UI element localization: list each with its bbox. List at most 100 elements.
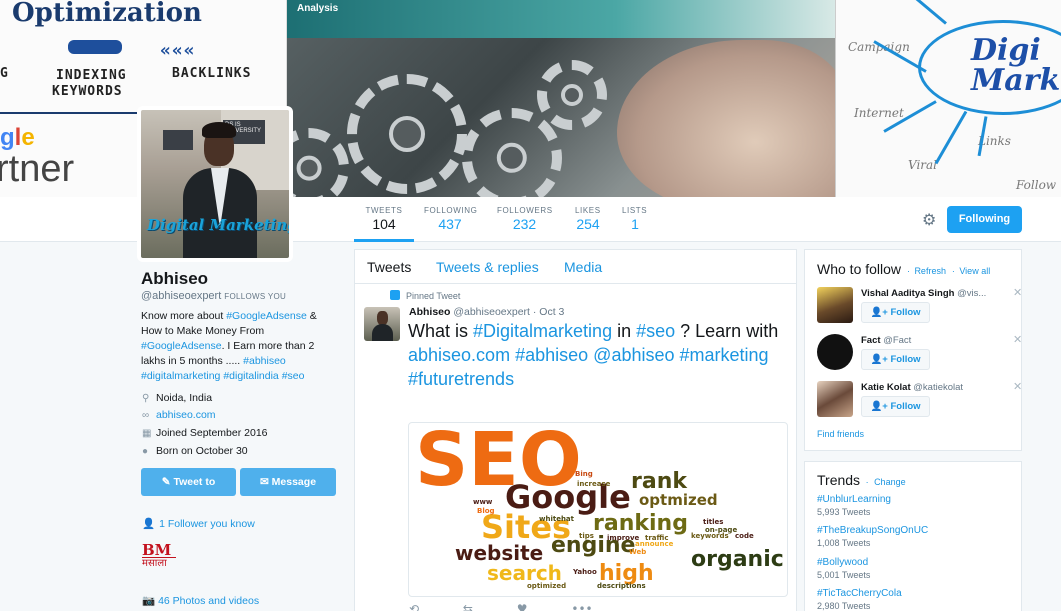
close-icon[interactable]: ✕ xyxy=(1013,286,1022,299)
reply-icon[interactable]: ⟲ xyxy=(409,602,419,611)
banner-strip xyxy=(287,0,835,38)
profile-joined: ▦ Joined September 2016 xyxy=(142,426,342,441)
trend-count: 1,008 Tweets xyxy=(817,538,871,548)
follower-avatar[interactable]: BM मसाला xyxy=(142,543,176,571)
trend-item[interactable]: #TicTacCherryCola 2,980 Tweets xyxy=(817,588,902,611)
trend-name[interactable]: #TicTacCherryCola xyxy=(817,588,902,599)
stat-lists[interactable]: Lists 1 xyxy=(622,197,648,242)
word-cloud-word: Blog xyxy=(477,507,495,515)
trend-item[interactable]: #TheBreakupSongOnUC 1,008 Tweets xyxy=(817,525,928,548)
suggestion-name[interactable]: Fact @Fact xyxy=(861,335,1009,346)
close-icon[interactable]: ✕ xyxy=(1013,380,1022,393)
stat-likes[interactable]: Likes 254 xyxy=(575,197,601,242)
hashtag-link[interactable]: #abhiseo xyxy=(243,355,286,367)
trend-item[interactable]: #UnblurLearning 5,993 Tweets xyxy=(817,494,891,517)
word-cloud-word: descriptions xyxy=(597,582,646,590)
profile-website[interactable]: ∞ abhiseo.com xyxy=(142,408,342,423)
banner-digital-panel: DigiMarke Campaign Internet Links Viral … xyxy=(835,0,1061,197)
tweet-image-word-cloud[interactable]: SEO Google rank optmized Sites ranking website… xyxy=(408,422,788,597)
suggestion-item: Vishal Aaditya Singh @vis... ✕ 👤+ Follow xyxy=(817,286,1022,327)
gear-icon[interactable]: ⚙ xyxy=(922,210,940,229)
following-button[interactable]: Following xyxy=(947,206,1022,233)
avatar[interactable] xyxy=(817,287,853,323)
stat-value: 104 xyxy=(372,216,396,232)
word-cloud-word: search xyxy=(487,561,562,585)
tab-media[interactable]: Media xyxy=(564,259,602,275)
arrow-icon xyxy=(914,0,947,25)
tweet-date[interactable]: · Oct 3 xyxy=(533,306,565,318)
avatar-sign xyxy=(163,130,193,150)
follow-label: Follow xyxy=(890,354,921,365)
key-icon xyxy=(68,40,122,54)
joined-text: Joined September 2016 xyxy=(156,427,268,439)
hashtag-link[interactable]: #abhiseo xyxy=(515,345,588,365)
add-user-icon: 👤+ xyxy=(870,307,891,318)
hashtag-link[interactable]: #digitalmarketing xyxy=(141,370,220,382)
trend-item[interactable]: #Bollywood 5,001 Tweets xyxy=(817,557,870,580)
trend-name[interactable]: #TheBreakupSongOnUC xyxy=(817,525,928,536)
hashtag-link[interactable]: #seo xyxy=(282,370,305,382)
tweet-icon: ✎ xyxy=(161,476,174,488)
hashtag-link[interactable]: abhiseo.com xyxy=(408,345,510,365)
message-button[interactable]: ✉ Message xyxy=(240,468,336,496)
trend-count: 5,993 Tweets xyxy=(817,507,871,517)
suggestion-name[interactable]: Vishal Aaditya Singh @vis... xyxy=(861,288,1009,299)
hashtag-link[interactable]: #marketing xyxy=(680,345,769,365)
banner-keyword: INDEXING xyxy=(56,68,127,83)
close-icon[interactable]: ✕ xyxy=(1013,333,1022,346)
followers-you-know[interactable]: 👤 1 Follower you know xyxy=(142,517,255,530)
hashtag-link[interactable]: @abhiseo xyxy=(593,345,674,365)
tab-tweets-replies[interactable]: Tweets & replies xyxy=(436,259,539,275)
refresh-link[interactable]: Refresh xyxy=(914,266,946,276)
stat-followers[interactable]: Followers 232 xyxy=(497,197,552,242)
like-icon[interactable]: ♥ xyxy=(517,602,528,611)
add-user-icon: 👤+ xyxy=(870,354,891,365)
text-segment: ? Learn with xyxy=(675,321,779,341)
tweet-author-name[interactable]: Abhiseo xyxy=(409,306,450,318)
retweet-icon[interactable]: ⇆ xyxy=(463,602,473,611)
suggestion-name[interactable]: Katie Kolat @katiekolat xyxy=(861,382,1009,393)
follow-button[interactable]: 👤+ Follow xyxy=(861,396,930,417)
hashtag-link[interactable]: #GoogleAdsense xyxy=(141,340,222,352)
follow-button[interactable]: 👤+ Follow xyxy=(861,302,930,323)
website-link[interactable]: abhiseo.com xyxy=(156,409,216,421)
hashtag-link[interactable]: #seo xyxy=(636,321,675,341)
stat-label: Likes xyxy=(575,206,601,215)
word-cloud-word: titles xyxy=(703,518,724,526)
gear-icon xyxy=(537,60,607,130)
tab-tweets[interactable]: Tweets xyxy=(367,259,411,275)
tweet-header: Abhiseo @abhiseoexpert · Oct 3 xyxy=(409,306,564,318)
hashtag-link[interactable]: #Digitalmarketing xyxy=(473,321,612,341)
hand-image xyxy=(617,40,847,197)
suggestion-item: Fact @Fact ✕ 👤+ Follow xyxy=(817,333,1022,374)
hashtag-link[interactable]: #GoogleAdsense xyxy=(226,310,307,322)
hashtag-link[interactable]: #digitalindia xyxy=(223,370,278,382)
stat-following[interactable]: Following 437 xyxy=(424,197,477,242)
tweet-to-button[interactable]: ✎ Tweet to xyxy=(141,468,236,496)
avatar[interactable] xyxy=(817,334,853,370)
follow-button[interactable]: 👤+ Follow xyxy=(861,349,930,370)
trend-name[interactable]: #Bollywood xyxy=(817,557,870,568)
who-to-follow: Who to follow · Refresh · View all Visha… xyxy=(804,249,1022,451)
avatar[interactable] xyxy=(817,381,853,417)
tweet-avatar[interactable] xyxy=(364,307,400,341)
who-to-follow-header: Who to follow · Refresh · View all xyxy=(817,261,991,277)
word-cloud-word: announce xyxy=(635,540,674,548)
more-icon[interactable]: ••• xyxy=(571,602,592,611)
hashtag-link[interactable]: #futuretrends xyxy=(408,369,514,389)
change-link[interactable]: Change xyxy=(874,477,906,487)
banner-word: Follow xyxy=(1016,178,1057,192)
view-all-link[interactable]: View all xyxy=(959,266,990,276)
location-pin-icon: ⚲ xyxy=(142,393,150,404)
bm-logo-text: BM xyxy=(142,541,172,559)
chevrons-icon: ««« xyxy=(160,40,196,61)
location-text: Noida, India xyxy=(156,392,213,404)
tweet-author-handle: @abhiseoexpert xyxy=(453,306,530,318)
stat-tweets[interactable]: Tweets 104 xyxy=(354,197,414,242)
photos-and-videos-link[interactable]: 📷 46 Photos and videos xyxy=(142,594,259,607)
avatar[interactable]: DS IS UNIVERSITY Digital Marketing xyxy=(137,106,293,262)
pin-icon xyxy=(390,290,400,300)
trend-name[interactable]: #UnblurLearning xyxy=(817,494,891,505)
profile-name[interactable]: Abhiseo xyxy=(141,269,208,289)
find-friends-link[interactable]: Find friends xyxy=(817,429,864,439)
